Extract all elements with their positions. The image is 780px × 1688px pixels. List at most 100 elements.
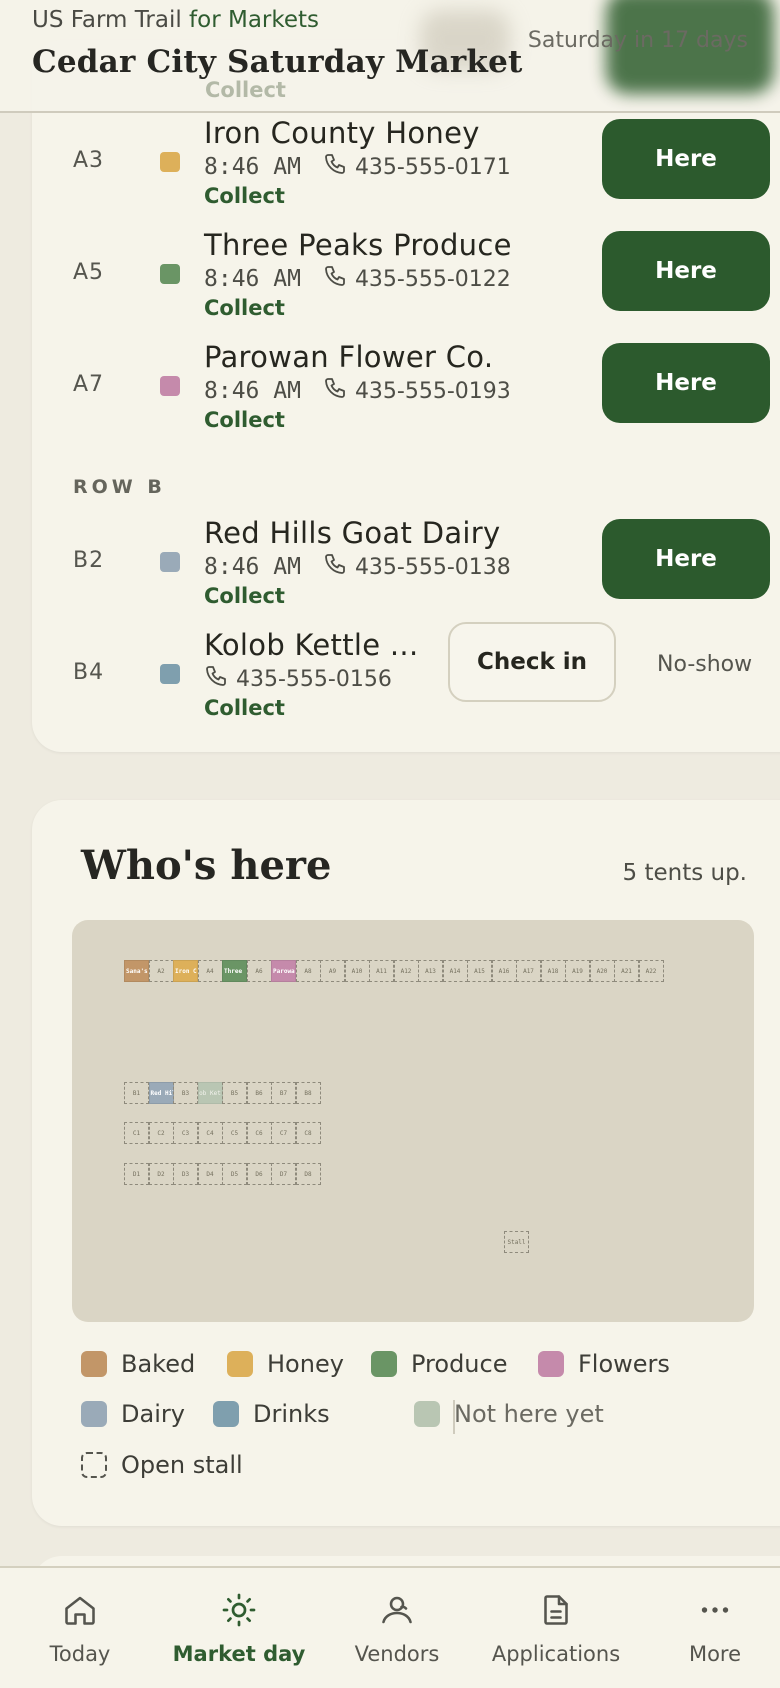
legend-dairy: Dairy [81, 1400, 185, 1428]
map-stall[interactable]: B7 [271, 1082, 296, 1104]
stall-code: B4 [73, 660, 105, 685]
collect-link[interactable]: Collect [204, 296, 285, 320]
map-stall[interactable]: A12 [393, 960, 419, 982]
map-stall[interactable]: A18 [540, 960, 566, 982]
map-stall[interactable]: A4 [197, 960, 223, 982]
vendor-phone-link[interactable]: 435-555-0138 [355, 555, 511, 580]
legend-label: Baked [121, 1350, 196, 1378]
map-stall[interactable]: A22 [638, 960, 664, 982]
map-stall[interactable]: Iron Coun [173, 960, 198, 982]
collect-link[interactable]: Collect [204, 408, 285, 432]
tents-count: 5 tents up. [622, 860, 748, 886]
map-stall[interactable]: A8 [295, 960, 321, 982]
map-stall[interactable]: Red Hill [148, 1082, 174, 1104]
scrolled-collect-link: Collect [205, 78, 286, 102]
arrival-time: 8:46 AM [204, 378, 301, 404]
phone-icon [323, 552, 355, 582]
collect-link[interactable]: Collect [204, 584, 285, 608]
legend-honey: Honey [227, 1350, 344, 1378]
map-stall[interactable]: B5 [222, 1082, 247, 1104]
legend-label: Produce [411, 1350, 508, 1378]
map-stall[interactable]: A17 [516, 960, 541, 982]
map-stall[interactable]: A21 [614, 960, 639, 982]
mark-here-button[interactable]: Here [602, 231, 770, 311]
legend-swatch [371, 1351, 397, 1377]
category-swatch [160, 264, 180, 284]
map-stall[interactable]: A10 [344, 960, 370, 982]
map-stall[interactable]: D3 [173, 1163, 198, 1185]
nav-label: More [688, 1642, 742, 1666]
map-stall[interactable]: C2 [148, 1122, 174, 1144]
map-stall[interactable]: Three Pea [222, 960, 247, 982]
map-stall[interactable]: A19 [565, 960, 590, 982]
map-stall[interactable]: A14 [442, 960, 468, 982]
vendor-row-b4: B4 Kolob Kettle ... 435-555-0156 Collect… [32, 622, 780, 740]
nav-applications[interactable]: Applications [488, 1568, 624, 1688]
more-icon [697, 1590, 733, 1630]
map-stall[interactable]: A13 [418, 960, 443, 982]
map-stall[interactable]: B1 [124, 1082, 149, 1104]
map-stall[interactable]: A15 [467, 960, 492, 982]
map-stall[interactable]: A11 [369, 960, 394, 982]
map-stall[interactable]: B8 [295, 1082, 321, 1104]
mark-here-button[interactable]: Here [602, 519, 770, 599]
nav-vendors[interactable]: Vendors [350, 1568, 444, 1688]
map-stall[interactable]: B3 [173, 1082, 198, 1104]
market-countdown: Saturday in 17 days [527, 28, 748, 53]
map-stall[interactable]: C1 [124, 1122, 149, 1144]
map-stall[interactable]: C8 [295, 1122, 321, 1144]
legend-label: Open stall [121, 1451, 243, 1479]
map-stall-extra[interactable]: Stall [504, 1231, 529, 1253]
nav-label: Market day [172, 1642, 306, 1666]
map-stall[interactable]: B6 [246, 1082, 272, 1104]
nav-today[interactable]: Today [40, 1568, 120, 1688]
legend-swatch [213, 1401, 239, 1427]
map-stall[interactable]: D8 [295, 1163, 321, 1185]
legend-swatch [414, 1401, 440, 1427]
map-stall[interactable]: D2 [148, 1163, 174, 1185]
sun-icon [221, 1590, 257, 1630]
mark-here-button[interactable]: Here [602, 343, 770, 423]
check-in-button[interactable]: Check in [448, 622, 616, 702]
nav-more[interactable]: More [680, 1568, 750, 1688]
mark-here-button[interactable]: Here [602, 119, 770, 199]
map-stall[interactable]: C7 [271, 1122, 296, 1144]
phone-icon [323, 264, 355, 294]
map-stall[interactable]: Parowan Fl [271, 960, 296, 982]
map-stall[interactable]: D4 [197, 1163, 223, 1185]
legend-drinks: Drinks [213, 1400, 330, 1428]
market-title: Cedar City Saturday Market [32, 44, 523, 80]
map-stall[interactable]: D7 [271, 1163, 296, 1185]
map-stall[interactable]: Sana's Sour [124, 960, 149, 982]
map-stall[interactable]: ob Ket [197, 1082, 223, 1104]
vendor-name: Three Peaks Produce [204, 228, 512, 262]
vendor-phone-link[interactable]: 435-555-0171 [355, 155, 511, 180]
vendor-phone-link[interactable]: 435-555-0122 [355, 267, 511, 292]
map-stall[interactable]: C5 [222, 1122, 247, 1144]
legend-open-stall: Open stall [81, 1451, 243, 1479]
map-stall[interactable]: A16 [491, 960, 517, 982]
category-swatch [160, 664, 180, 684]
map-stall[interactable]: C4 [197, 1122, 223, 1144]
nav-label: Today [49, 1642, 111, 1666]
map-stall[interactable]: D5 [222, 1163, 247, 1185]
nav-market-day[interactable]: Market day [170, 1568, 308, 1688]
arrival-time: 8:46 AM [204, 554, 301, 580]
vendor-phone-link[interactable]: 435-555-0156 [236, 667, 392, 692]
map-stall[interactable]: A20 [589, 960, 615, 982]
map-stall[interactable]: D1 [124, 1163, 149, 1185]
vendor-row-a5: A5 Three Peaks Produce 8:46 AM 435-555-0… [32, 228, 780, 340]
collect-link[interactable]: Collect [204, 184, 285, 208]
vendor-name: Parowan Flower Co. [204, 340, 494, 374]
collect-link[interactable]: Collect [204, 696, 285, 720]
vendor-phone-link[interactable]: 435-555-0193 [355, 379, 511, 404]
vendor-row-a3: A3 Iron County Honey 8:46 AM 435-555-017… [32, 116, 780, 228]
map-stall[interactable]: C3 [173, 1122, 198, 1144]
map-stall[interactable]: D6 [246, 1163, 272, 1185]
map-stall[interactable]: C6 [246, 1122, 272, 1144]
no-show-button[interactable]: No-show [657, 652, 752, 677]
map-stall[interactable]: A2 [148, 960, 174, 982]
map-stall[interactable]: A9 [320, 960, 345, 982]
map-stall[interactable]: A6 [246, 960, 272, 982]
bottom-nav: Today Market day Vendors Applications Mo… [0, 1566, 780, 1688]
